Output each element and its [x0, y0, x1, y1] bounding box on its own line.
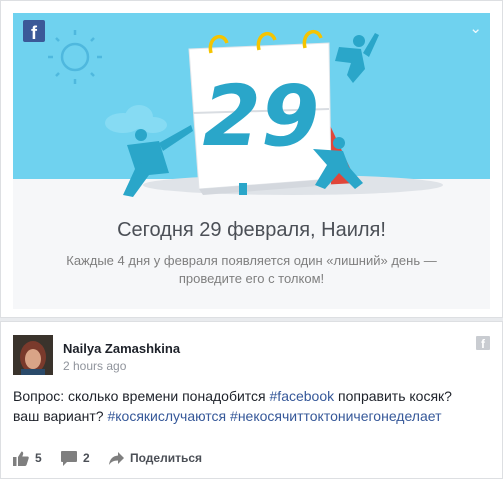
memory-subline-line-1: Каждые 4 дня у февраля появляется один «…: [66, 253, 437, 268]
memory-headline: Сегодня 29 февраля, Наиля!: [117, 219, 386, 241]
memory-card: 29 f ⌄ Сегодня 29 февраля, Наиля! Каждые…: [0, 0, 503, 318]
avatar-photo: [13, 335, 53, 375]
facebook-logo-icon: f: [476, 336, 490, 350]
memory-banner[interactable]: 29 f ⌄ Сегодня 29 февраля, Наиля! Каждые…: [13, 13, 490, 309]
post-text-part: ваш вариант?: [13, 408, 108, 424]
like-button[interactable]: 5: [13, 448, 42, 468]
post-text: Вопрос: сколько времени понадобится #fac…: [13, 386, 493, 426]
hashtag-link[interactable]: #некосячиттоктоничегонеделает: [230, 408, 441, 424]
share-arrow-icon: [109, 451, 124, 465]
cloud-icon: [105, 105, 167, 133]
likes-count: 5: [35, 451, 42, 465]
right-person-figure: [335, 33, 379, 83]
hashtag-link[interactable]: #косякислучаются: [107, 408, 226, 424]
post-author-name[interactable]: Nailya Zamashkina: [63, 341, 180, 356]
avatar[interactable]: [13, 335, 53, 375]
comments-count: 2: [83, 451, 90, 465]
comment-button[interactable]: 2: [61, 448, 90, 468]
memory-subline: Каждые 4 дня у февраля появляется один «…: [53, 252, 450, 288]
share-button[interactable]: Поделиться: [109, 448, 202, 468]
chevron-down-icon[interactable]: ⌄: [469, 19, 482, 37]
thumbs-up-icon: [13, 451, 29, 466]
post-card: Nailya Zamashkina 2 hours ago f Вопрос: …: [0, 321, 503, 479]
calendar-date-number: 29: [203, 67, 320, 165]
share-label: Поделиться: [130, 451, 203, 465]
post-timestamp[interactable]: 2 hours ago: [63, 359, 126, 373]
comment-icon: [61, 450, 77, 466]
calendar-illustration: 29: [48, 29, 443, 197]
post-text-part: поправить косяк?: [334, 388, 452, 404]
hashtag-link[interactable]: #facebook: [270, 388, 335, 404]
sun-icon: [48, 30, 102, 84]
memory-subline-line-2: проведите его с толком!: [178, 271, 325, 286]
facebook-logo-icon: f: [23, 20, 45, 42]
post-text-part: Вопрос: сколько времени понадобится: [13, 388, 270, 404]
